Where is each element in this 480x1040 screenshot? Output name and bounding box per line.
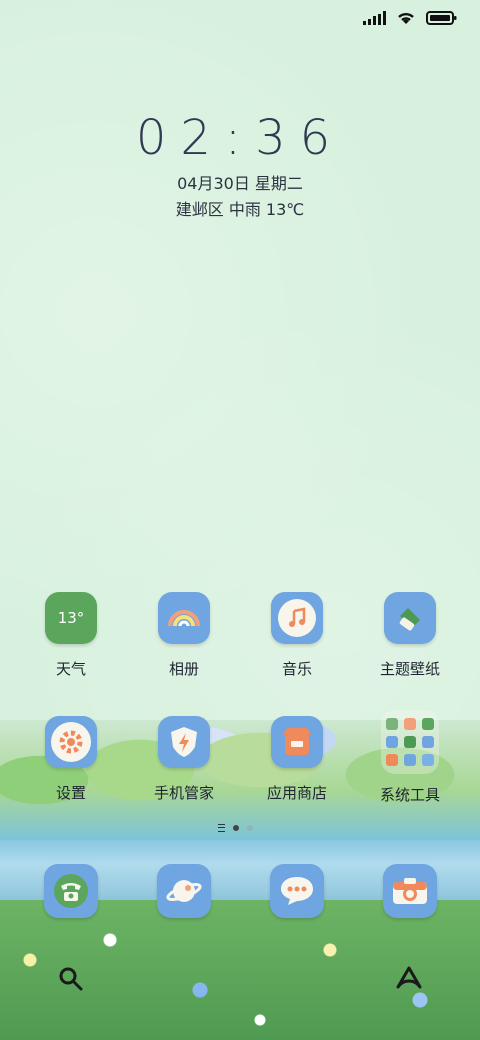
dock-browser[interactable] bbox=[157, 864, 211, 918]
app-label: 手机管家 bbox=[153, 784, 214, 802]
theme-brush-icon bbox=[384, 592, 436, 644]
search-icon[interactable] bbox=[58, 966, 84, 992]
app-music[interactable]: 音乐 bbox=[242, 592, 352, 679]
browser-planet-icon bbox=[166, 880, 202, 902]
app-label: 应用商店 bbox=[266, 784, 327, 802]
clock-weather[interactable]: 建邺区 中雨 13℃ bbox=[0, 196, 480, 220]
dock-camera[interactable] bbox=[383, 864, 437, 918]
dock-phone[interactable] bbox=[44, 864, 98, 918]
app-gallery[interactable]: 相册 bbox=[129, 592, 239, 679]
shield-bolt-icon bbox=[158, 716, 210, 768]
app-label: 系统工具 bbox=[379, 786, 440, 804]
camera-icon bbox=[393, 878, 427, 904]
page-indicator[interactable] bbox=[218, 824, 253, 832]
rainbow-gallery-icon bbox=[158, 592, 210, 644]
phone-icon bbox=[54, 874, 88, 908]
gear-icon bbox=[45, 716, 97, 768]
folder-grid-icon bbox=[381, 710, 439, 774]
assistant-icon[interactable] bbox=[395, 965, 423, 991]
music-note-icon bbox=[271, 592, 323, 644]
app-themes[interactable]: 主题壁纸 bbox=[355, 592, 465, 679]
page-dot-active[interactable] bbox=[233, 825, 239, 831]
folder-system-tools[interactable]: 系统工具 bbox=[355, 710, 465, 805]
dock-messages[interactable] bbox=[270, 864, 324, 918]
weather-icon: 13° bbox=[45, 592, 97, 644]
app-phone-manager[interactable]: 手机管家 bbox=[129, 716, 239, 803]
app-label: 相册 bbox=[168, 660, 199, 678]
app-settings[interactable]: 设置 bbox=[16, 716, 126, 803]
app-weather[interactable]: 13° 天气 bbox=[16, 592, 126, 679]
app-label: 天气 bbox=[55, 660, 86, 678]
clock-time[interactable]: 02:36 bbox=[0, 110, 480, 166]
wifi-icon bbox=[398, 12, 414, 24]
battery-icon bbox=[426, 11, 457, 25]
cell-signal-icon bbox=[363, 11, 386, 25]
app-label: 音乐 bbox=[281, 660, 312, 678]
app-label: 主题壁纸 bbox=[379, 660, 440, 678]
clock-date[interactable]: 04月30日 星期二 bbox=[0, 170, 480, 194]
app-label: 设置 bbox=[55, 784, 86, 802]
store-icon bbox=[271, 716, 323, 768]
message-bubble-icon bbox=[281, 877, 313, 905]
status-bar bbox=[363, 10, 458, 26]
page-dot[interactable] bbox=[247, 825, 253, 831]
page-menu-icon[interactable] bbox=[218, 824, 225, 832]
app-store[interactable]: 应用商店 bbox=[242, 716, 352, 803]
